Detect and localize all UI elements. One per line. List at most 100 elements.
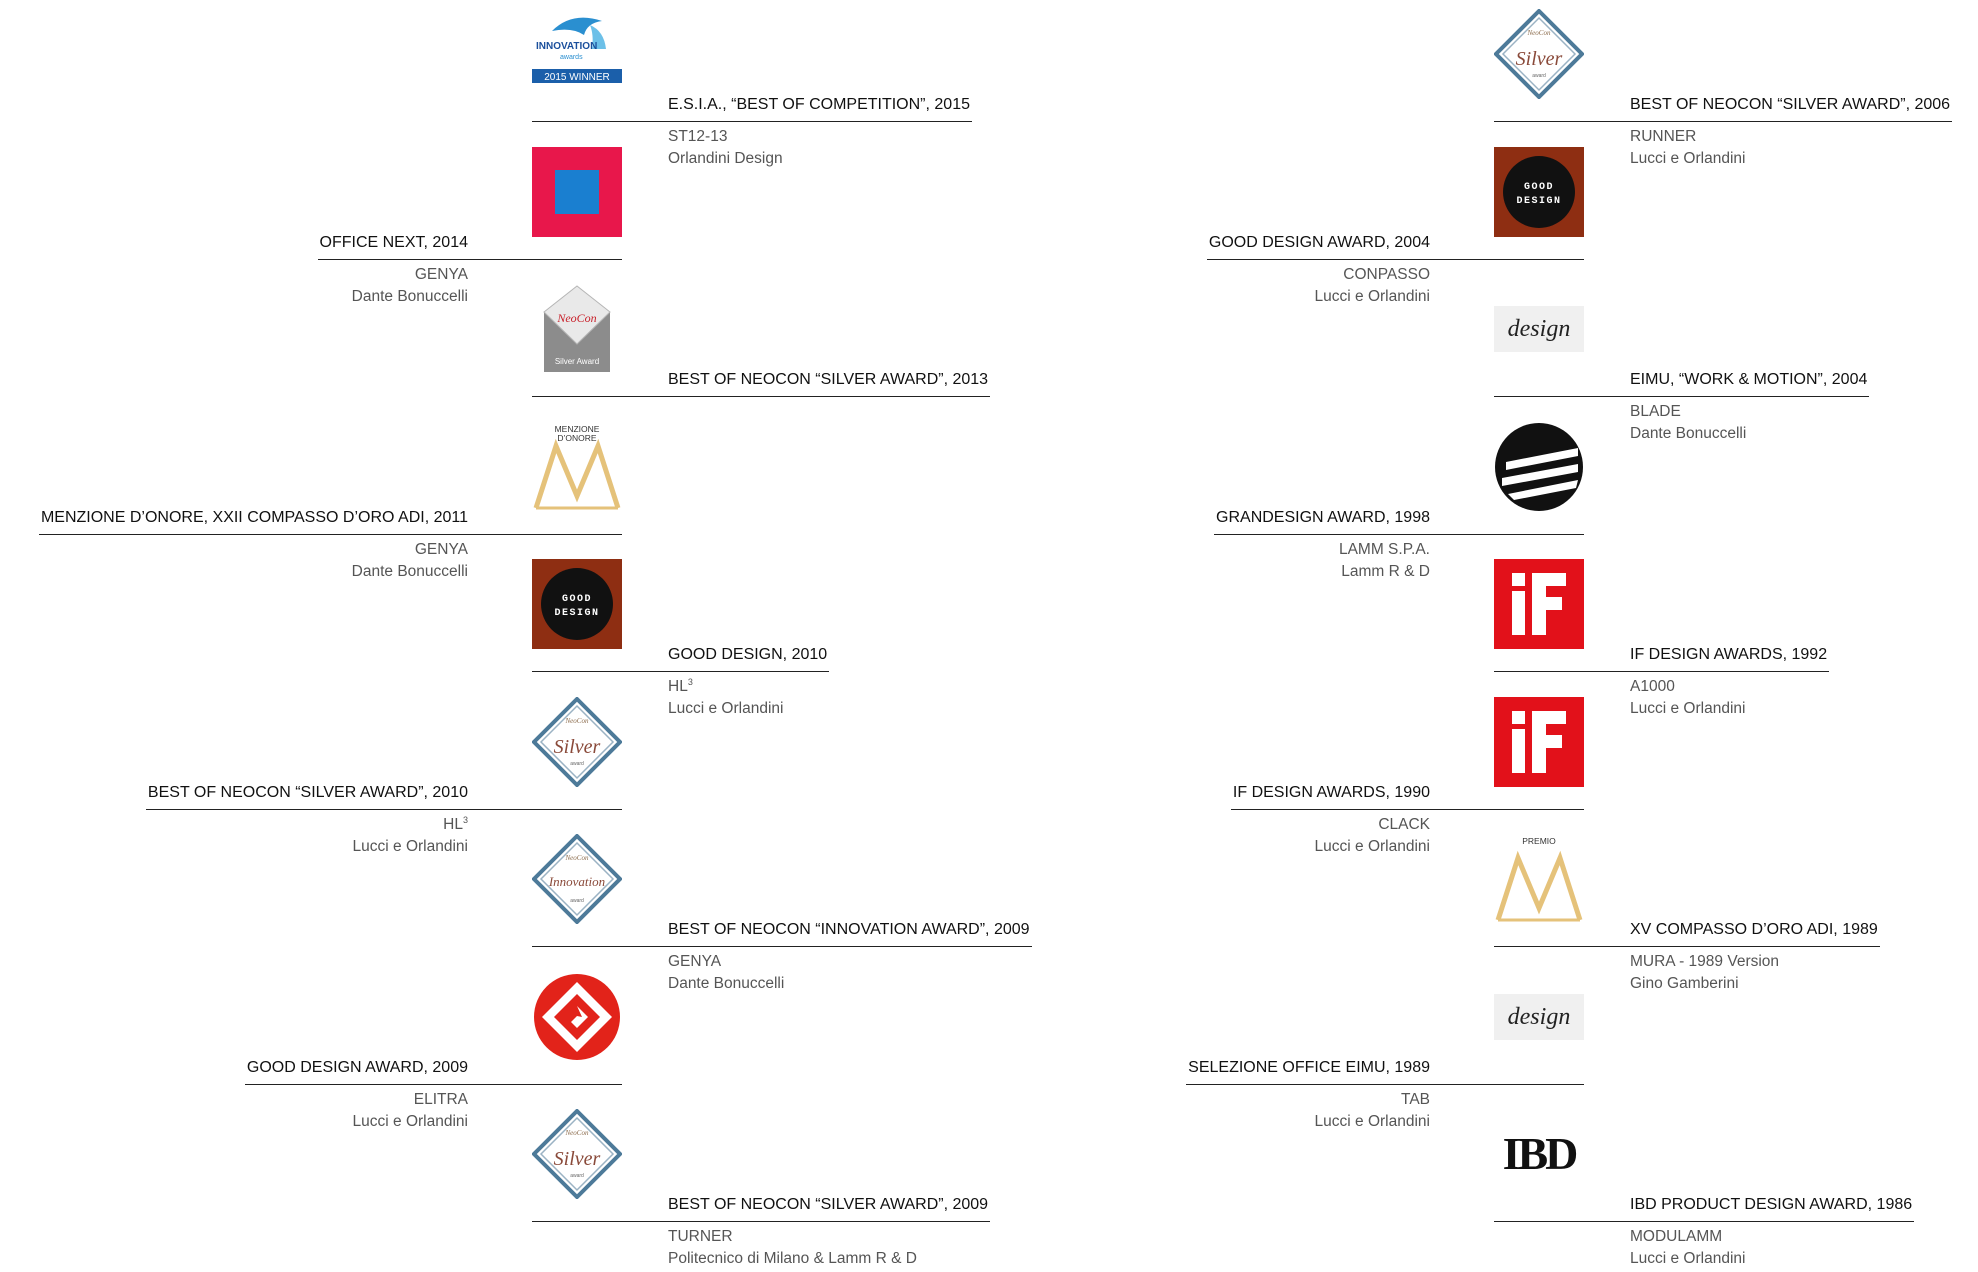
award-details: TAB Lucci e Orlandini (1315, 1089, 1430, 1133)
award-details: BLADE Dante Bonuccelli (1630, 401, 1746, 445)
neocon-silver-icon: NeoCon Silver award (1494, 9, 1584, 99)
award-title: IF DESIGN AWARDS, 1992 (1630, 646, 1828, 663)
award-product: RUNNER (1630, 126, 1745, 148)
award-product: HL3 (353, 814, 468, 836)
award-designer: Politecnico di Milano & Lamm R & D (668, 1250, 917, 1267)
award-designer: Lucci e Orlandini (352, 837, 468, 855)
svg-text:DESIGN: DESIGN (1516, 196, 1561, 207)
award-details: GENYA Dante Bonuccelli (352, 539, 468, 583)
svg-text:DESIGN: DESIGN (554, 608, 599, 619)
eimu-design-icon: design (1494, 284, 1584, 374)
award-product: ELITRA (353, 1089, 468, 1111)
ibd-icon: IBD (1494, 1109, 1584, 1199)
award-designer: Lucci e Orlandini (668, 700, 784, 717)
award-divider (532, 121, 972, 122)
if-design-icon (1494, 696, 1584, 787)
award-designer: Orlandini Design (668, 150, 783, 167)
grandesign-icon (1494, 422, 1584, 512)
award-divider (317, 258, 622, 260)
svg-text:award: award (1532, 73, 1546, 79)
award-title: GOOD DESIGN, 2010 (668, 646, 828, 663)
award-title: IBD PRODUCT DESIGN AWARD, 1986 (1630, 1196, 1913, 1213)
award-divider (145, 808, 622, 810)
svg-text:INNOVATION: INNOVATION (536, 41, 597, 52)
award-product: MURA - 1989 Version (1630, 951, 1779, 973)
award-designer: Dante Bonuccelli (668, 975, 785, 992)
g-mark-icon (532, 972, 622, 1062)
eimu-design-icon: design (1494, 972, 1584, 1062)
award-divider (1214, 533, 1584, 535)
award-title: GRANDESIGN AWARD, 1998 (1216, 508, 1430, 526)
svg-text:PREMIO: PREMIO (1522, 836, 1556, 846)
award-product: GENYA (352, 264, 468, 286)
svg-text:award: award (570, 761, 584, 767)
award-title: GOOD DESIGN AWARD, 2009 (246, 1058, 468, 1076)
award-title: BEST OF NEOCON “SILVER AWARD”, 2010 (147, 783, 468, 801)
award-details: GENYA Dante Bonuccelli (352, 264, 468, 308)
award-designer: Lamm R & D (1341, 562, 1430, 580)
product-name: HL (443, 815, 463, 833)
award-product: GENYA (352, 539, 468, 561)
award-designer: Lucci e Orlandini (352, 1112, 468, 1130)
if-design-icon (1494, 559, 1584, 649)
award-title: BEST OF NEOCON “INNOVATION AWARD”, 2009 (668, 921, 1030, 938)
award-designer: Dante Bonuccelli (1630, 425, 1747, 442)
product-name: ST12-13 (668, 128, 728, 145)
svg-text:NeoCon: NeoCon (556, 311, 596, 325)
product-name: TURNER (668, 1228, 733, 1245)
product-name: A1000 (1630, 678, 1675, 695)
award-title: BEST OF NEOCON “SILVER AWARD”, 2006 (1630, 96, 1951, 113)
award-divider (1230, 808, 1584, 810)
award-divider (532, 946, 1032, 947)
neocon-silver-icon: NeoCon Silver award (532, 696, 622, 787)
product-superscript: 3 (462, 814, 468, 825)
award-title: MENZIONE D’ONORE, XXII COMPASSO D’ORO AD… (40, 508, 468, 526)
award-product: A1000 (1630, 676, 1745, 698)
svg-text:design: design (1508, 1004, 1571, 1030)
award-designer: Lucci e Orlandini (1314, 837, 1430, 855)
award-product: BLADE (1630, 401, 1746, 423)
neocon-silver-icon: NeoCon Silver award (532, 1109, 622, 1199)
award-divider (532, 396, 991, 397)
award-title: IF DESIGN AWARDS, 1990 (1232, 783, 1430, 801)
office-next-icon (532, 146, 622, 237)
product-name: HL (668, 678, 688, 695)
svg-text:awards: awards (560, 54, 583, 61)
award-product: CLACK (1315, 814, 1430, 836)
product-name: TAB (1401, 1090, 1430, 1108)
svg-text:design: design (1508, 316, 1571, 342)
product-superscript: 3 (687, 676, 693, 687)
svg-text:award: award (570, 898, 584, 904)
award-title: XV COMPASSO D’ORO ADI, 1989 (1630, 921, 1878, 938)
svg-text:GOOD: GOOD (1524, 182, 1554, 193)
svg-text:Silver Award: Silver Award (555, 357, 599, 366)
award-title: EIMU, “WORK & MOTION”, 2004 (1630, 371, 1868, 388)
svg-text:Silver: Silver (1516, 48, 1563, 70)
award-title: E.S.I.A., “BEST OF COMPETITION”, 2015 (668, 96, 970, 113)
svg-text:GOOD: GOOD (562, 594, 592, 605)
product-name: MODULAMM (1630, 1228, 1723, 1245)
svg-text:2015 WINNER: 2015 WINNER (544, 72, 610, 83)
svg-text:IBD: IBD (1503, 1128, 1577, 1179)
award-designer: Lucci e Orlandini (1314, 1112, 1430, 1130)
award-details: LAMM S.P.A. Lamm R & D (1339, 539, 1430, 583)
award-title: OFFICE NEXT, 2014 (319, 233, 469, 251)
svg-text:NeoCon: NeoCon (1527, 29, 1551, 37)
award-designer: Dante Bonuccelli (351, 562, 468, 580)
award-details: HL3 Lucci e Orlandini (353, 814, 468, 858)
product-name: CONPASSO (1343, 265, 1430, 283)
neocon-silver-2013-icon: NeoCon Silver Award (532, 284, 622, 374)
svg-text:Silver: Silver (554, 736, 601, 758)
award-designer: Dante Bonuccelli (351, 287, 468, 305)
award-divider (1186, 1083, 1584, 1085)
award-details: HL3 Lucci e Orlandini (668, 676, 783, 720)
award-details: GENYA Dante Bonuccelli (668, 951, 784, 995)
award-details: TURNER Politecnico di Milano & Lamm R & D (668, 1226, 917, 1270)
award-details: CONPASSO Lucci e Orlandini (1315, 264, 1430, 308)
svg-text:Silver: Silver (554, 1148, 601, 1170)
product-name: CLACK (1378, 815, 1430, 833)
award-details: MURA - 1989 Version Gino Gamberini (1630, 951, 1779, 995)
award-product: MODULAMM (1630, 1226, 1745, 1248)
award-product: TAB (1315, 1089, 1430, 1111)
product-name: MURA - 1989 Version (1630, 953, 1780, 970)
